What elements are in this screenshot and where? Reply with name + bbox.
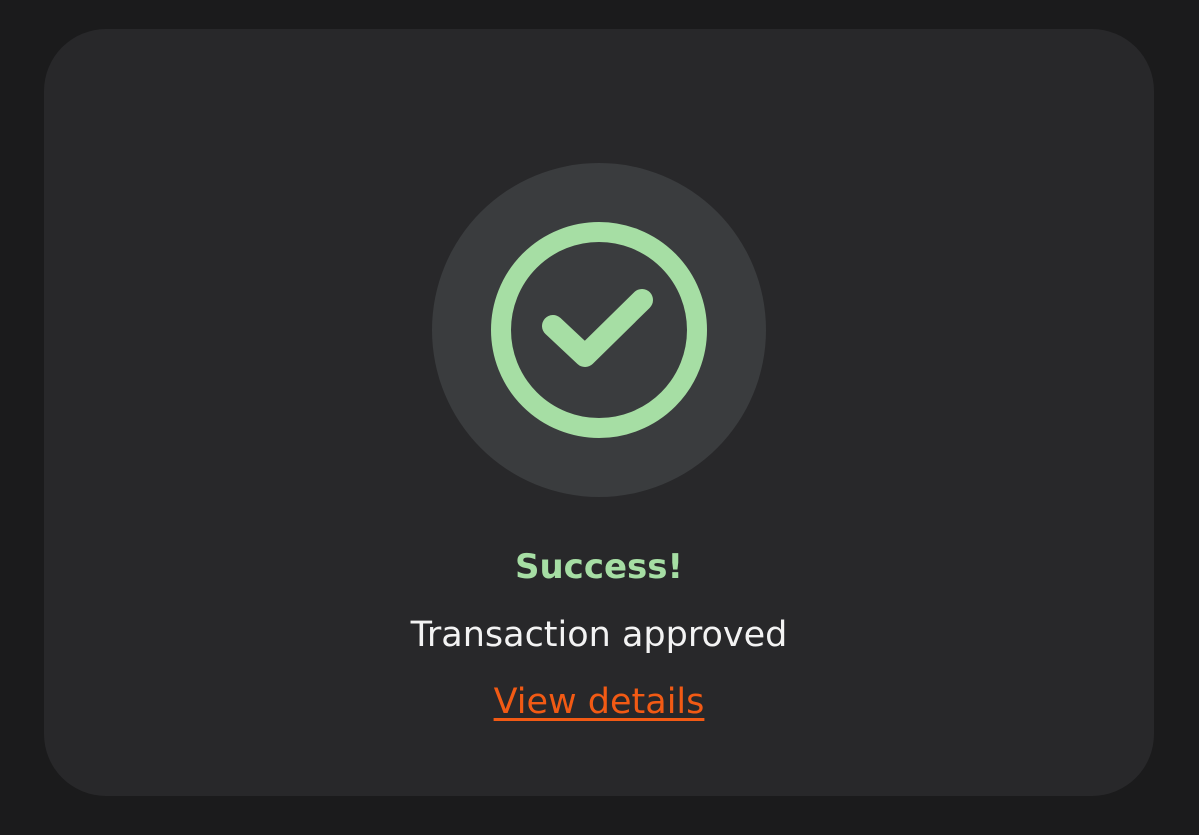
view-details-link[interactable]: View details xyxy=(494,682,705,722)
check-circle-icon xyxy=(491,222,707,438)
status-message: Transaction approved xyxy=(410,615,788,655)
success-card: Success! Transaction approved View detai… xyxy=(44,29,1154,796)
success-title: Success! xyxy=(514,547,684,587)
view-details-container: View details xyxy=(44,679,1154,725)
status-icon-container xyxy=(432,163,766,497)
